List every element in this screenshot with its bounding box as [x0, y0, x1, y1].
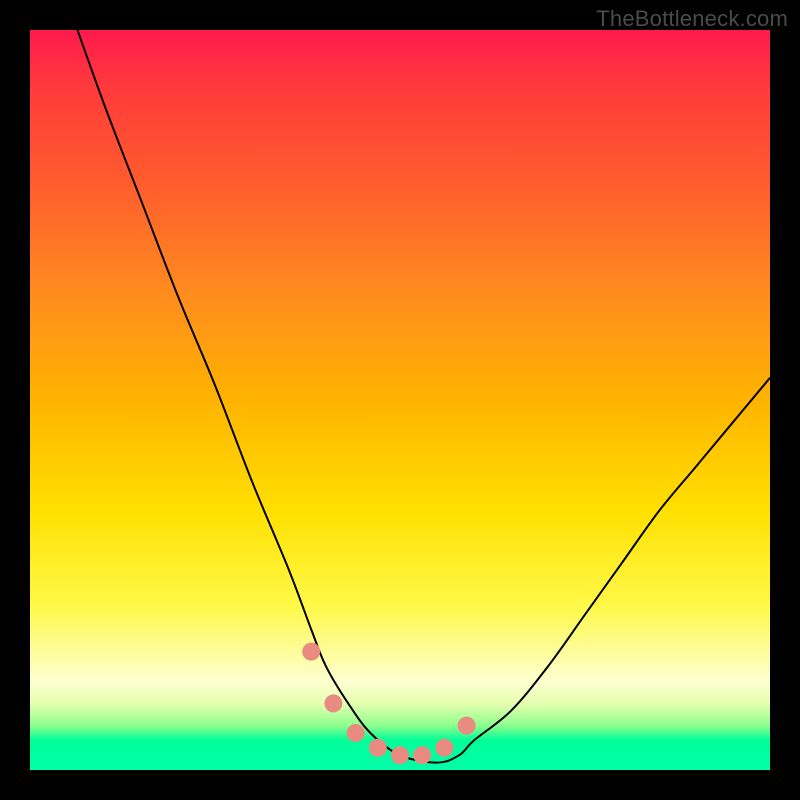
highlight-marker	[391, 746, 409, 764]
highlight-markers	[299, 639, 479, 764]
watermark-text: TheBottleneck.com	[596, 6, 788, 32]
highlight-marker	[369, 739, 387, 757]
bottleneck-curve	[30, 0, 770, 763]
plot-area	[30, 30, 770, 770]
highlight-marker	[432, 735, 457, 760]
highlight-marker	[299, 639, 324, 664]
highlight-marker	[413, 746, 431, 764]
bottleneck-curve-path	[30, 0, 770, 763]
curve-svg	[30, 30, 770, 770]
highlight-marker	[454, 713, 479, 738]
chart-frame: TheBottleneck.com	[0, 0, 800, 800]
